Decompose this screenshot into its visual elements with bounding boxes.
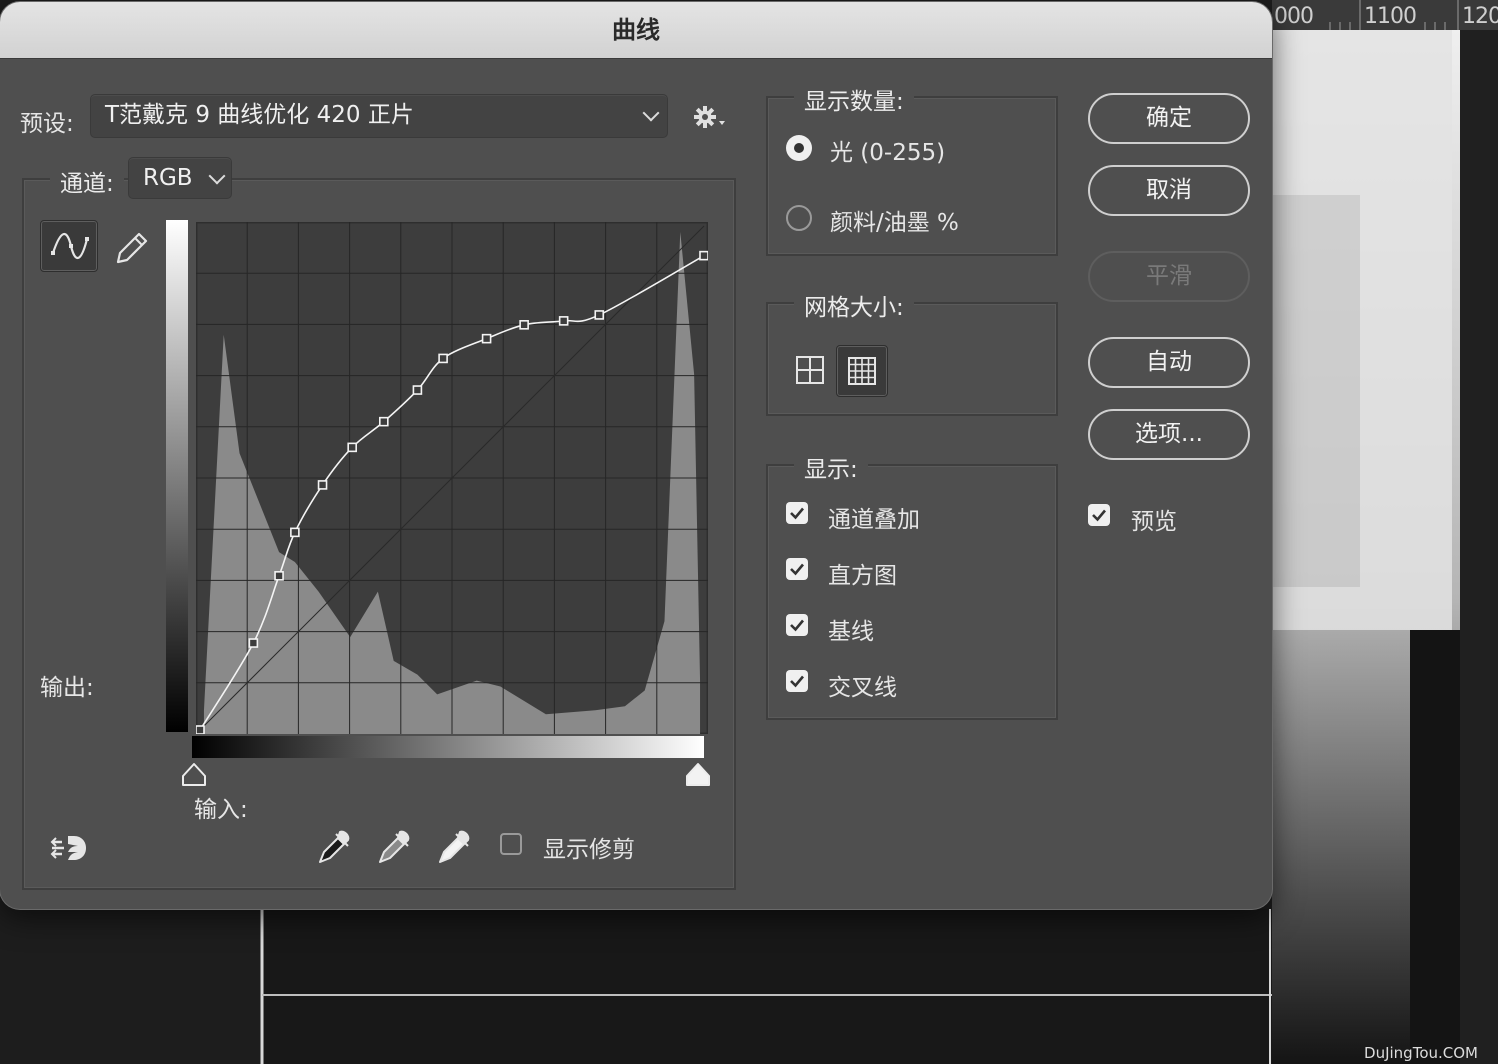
preset-label: 预设: bbox=[20, 111, 74, 137]
output-gradient-bar bbox=[166, 220, 188, 732]
white-point-slider[interactable] bbox=[684, 762, 712, 788]
intersection-line-checkbox[interactable] bbox=[786, 670, 808, 692]
grid-simple-icon[interactable] bbox=[794, 354, 826, 386]
show-clipping-label: 显示修剪 bbox=[543, 837, 635, 863]
gray-point-eyedropper-icon[interactable] bbox=[374, 828, 414, 868]
preset-value: T范戴克 9 曲线优化 420 正片 bbox=[105, 102, 414, 128]
grid-detailed-button[interactable] bbox=[836, 345, 888, 397]
curve-control-point[interactable] bbox=[347, 442, 357, 453]
watermark: DuJingTou.COM bbox=[1364, 1044, 1478, 1062]
auto-button[interactable]: 自动 bbox=[1088, 337, 1250, 388]
input-label: 输入: bbox=[194, 797, 248, 823]
cancel-button[interactable]: 取消 bbox=[1088, 165, 1250, 216]
black-point-eyedropper-icon[interactable] bbox=[314, 828, 354, 868]
curve-control-point[interactable] bbox=[438, 353, 448, 364]
curve-point-icon bbox=[51, 233, 89, 259]
output-label: 输出: bbox=[40, 675, 94, 701]
curve-graph[interactable] bbox=[196, 222, 708, 734]
histogram-checkbox[interactable] bbox=[786, 558, 808, 580]
ok-button[interactable]: 确定 bbox=[1088, 93, 1250, 144]
curve-control-point[interactable] bbox=[274, 571, 284, 581]
on-image-adjust-icon[interactable] bbox=[48, 828, 92, 868]
check-icon bbox=[790, 507, 804, 520]
ruler-label: 1100 bbox=[1364, 4, 1417, 29]
ruler-label: 000 bbox=[1274, 4, 1314, 29]
curve-control-point[interactable] bbox=[481, 333, 492, 344]
histogram-label: 直方图 bbox=[828, 563, 897, 589]
curve-control-point[interactable] bbox=[317, 480, 328, 490]
curves-dialog: 曲线 预设: T范戴克 9 曲线优化 420 正片 通道: RGB 输出: 输入… bbox=[0, 2, 1272, 909]
curve-control-point[interactable] bbox=[290, 527, 300, 538]
check-icon bbox=[790, 619, 804, 632]
chevron-down-icon bbox=[208, 167, 226, 185]
check-icon bbox=[790, 563, 804, 576]
curve-control-point[interactable] bbox=[594, 310, 605, 320]
black-point-slider[interactable] bbox=[180, 762, 208, 788]
baseline-label: 基线 bbox=[828, 619, 874, 645]
white-point-eyedropper-icon[interactable] bbox=[434, 828, 474, 868]
chevron-down-icon bbox=[642, 104, 660, 122]
curve-control-point[interactable] bbox=[699, 250, 708, 261]
channel-value: RGB bbox=[143, 165, 193, 191]
channel-overlay-checkbox[interactable] bbox=[786, 502, 808, 524]
curve-control-point[interactable] bbox=[196, 725, 205, 734]
curve-control-point[interactable] bbox=[379, 416, 389, 427]
channel-select[interactable]: RGB bbox=[128, 157, 232, 199]
smooth-button[interactable]: 平滑 bbox=[1088, 251, 1250, 302]
pencil-icon[interactable] bbox=[108, 224, 152, 268]
preview-label: 预览 bbox=[1131, 509, 1177, 535]
pigment-radio-label: 颜料/油墨 % bbox=[830, 210, 959, 236]
preview-checkbox[interactable] bbox=[1088, 504, 1110, 526]
preset-select[interactable]: T范戴克 9 曲线优化 420 正片 bbox=[90, 94, 668, 138]
channel-overlay-label: 通道叠加 bbox=[828, 507, 920, 533]
check-icon bbox=[790, 675, 804, 688]
curve-control-point[interactable] bbox=[558, 316, 569, 326]
curve-point-tool[interactable] bbox=[40, 220, 98, 272]
grid-detailed-icon bbox=[848, 357, 876, 385]
check-icon bbox=[1092, 509, 1106, 522]
dialog-title: 曲线 bbox=[0, 2, 1272, 59]
channel-label: 通道: bbox=[50, 164, 124, 198]
show-clipping-checkbox[interactable] bbox=[500, 833, 522, 855]
curve-control-point[interactable] bbox=[519, 320, 529, 330]
show-amount-legend: 显示数量: bbox=[794, 82, 914, 116]
input-gradient-bar bbox=[192, 736, 704, 758]
curve-control-point[interactable] bbox=[248, 638, 259, 648]
light-radio-label: 光 (0-255) bbox=[830, 140, 946, 166]
intersection-line-label: 交叉线 bbox=[828, 675, 897, 701]
baseline-checkbox[interactable] bbox=[786, 614, 808, 636]
ruler-label: 120 bbox=[1462, 4, 1498, 29]
gear-icon[interactable] bbox=[692, 104, 728, 132]
display-legend: 显示: bbox=[794, 450, 868, 484]
pigment-radio[interactable] bbox=[786, 205, 812, 231]
options-button[interactable]: 选项... bbox=[1088, 409, 1250, 460]
curve-control-point[interactable] bbox=[412, 385, 423, 395]
light-radio[interactable] bbox=[786, 135, 812, 161]
grid-size-legend: 网格大小: bbox=[794, 288, 914, 322]
